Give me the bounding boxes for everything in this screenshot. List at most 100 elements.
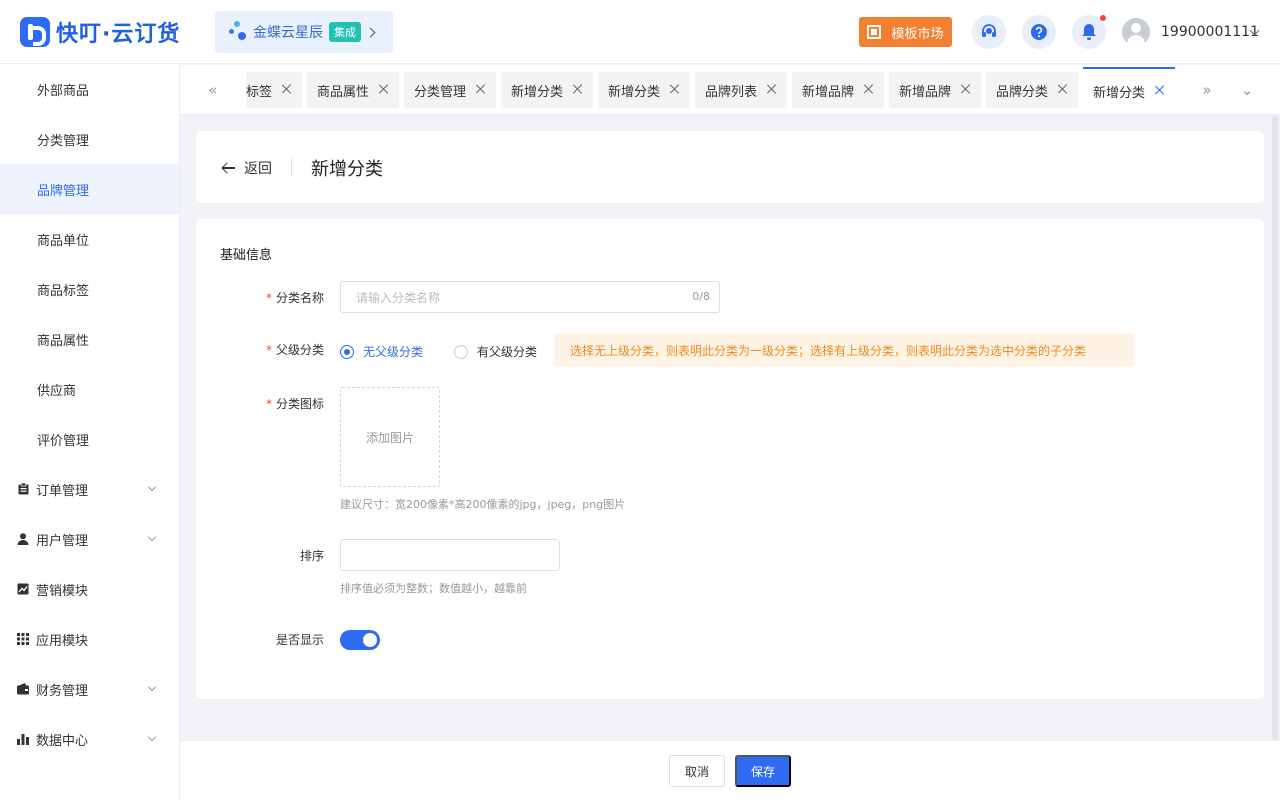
radio-has-parent[interactable]: 有父级分类 — [454, 343, 537, 360]
footer-bar: 取消 保存 — [180, 740, 1280, 800]
category-name-input[interactable]: 请输入分类名称 0/8 — [340, 281, 720, 313]
sidebar-item-reviews[interactable]: 评价管理 — [0, 414, 179, 464]
close-icon[interactable] — [1057, 83, 1069, 95]
logo-text: 快叮·云订货 — [56, 22, 181, 47]
integration-name: 金蝶云星辰 — [253, 25, 323, 41]
sidebar-item-supplier[interactable]: 供应商 — [0, 364, 179, 414]
save-button[interactable]: 保存 — [735, 755, 791, 787]
tab-brand-list[interactable]: 品牌列表 — [695, 72, 787, 108]
cancel-button[interactable]: 取消 — [669, 755, 725, 787]
clipboard-icon — [17, 483, 29, 495]
close-icon[interactable] — [766, 83, 778, 95]
section-title: 基础信息 — [220, 248, 273, 263]
sidebar-group-label: 用户管理 — [36, 533, 89, 549]
close-icon[interactable] — [572, 83, 584, 95]
tab-label: 新增品牌 — [899, 84, 952, 100]
close-icon[interactable] — [378, 83, 390, 95]
avatar[interactable] — [1122, 18, 1150, 46]
back-button[interactable]: 返回 — [222, 158, 272, 178]
scrollbar[interactable] — [1271, 116, 1279, 740]
close-icon[interactable] — [863, 83, 875, 95]
sidebar-group-label: 数据中心 — [36, 733, 89, 749]
notification-button[interactable] — [1072, 15, 1106, 49]
divider — [291, 158, 292, 176]
sidebar-group-users[interactable]: 用户管理 — [0, 514, 179, 564]
close-icon[interactable] — [475, 83, 487, 95]
tab-label: 分类管理 — [414, 84, 467, 100]
page-header-card: 返回 新增分类 — [196, 131, 1264, 203]
form-card: 基础信息 * 分类名称 请输入分类名称 0/8 * 父级分类 无父级分类 有父级分类… — [196, 219, 1264, 699]
radio-label: 有父级分类 — [477, 345, 538, 359]
sort-input[interactable] — [340, 539, 560, 571]
sidebar-group-marketing[interactable]: 营销模块 — [0, 564, 179, 614]
radio-checked-icon — [340, 344, 354, 359]
scrollbar-thumb[interactable] — [1272, 116, 1278, 740]
chevron-down-icon — [147, 732, 157, 742]
sidebar-group-label: 营销模块 — [36, 583, 89, 599]
category-name-placeholder: 请输入分类名称 — [356, 290, 441, 305]
chevron-down-icon — [147, 482, 157, 492]
tab-tags[interactable]: 标签 — [246, 72, 302, 108]
integration-banner[interactable]: 金蝶云星辰 集成 — [215, 11, 393, 53]
show-toggle[interactable] — [340, 630, 380, 650]
user-phone[interactable]: 19900001111 — [1161, 24, 1259, 40]
tab-add-category-1[interactable]: 新增分类 — [501, 72, 593, 108]
double-chevron-left-icon[interactable]: « — [204, 81, 222, 99]
sidebar-item-tags[interactable]: 商品标签 — [0, 264, 179, 314]
customer-service-button[interactable] — [972, 15, 1006, 49]
tab-label: 新增分类 — [608, 84, 661, 100]
tab-add-brand-2[interactable]: 新增品牌 — [889, 72, 981, 108]
arrow-left-icon — [222, 161, 236, 175]
image-upload[interactable]: 添加图片 — [340, 387, 440, 487]
app-logo[interactable]: 快叮·云订货 — [20, 17, 180, 47]
icon-size-hint: 建议尺寸：宽200像素*高200像素的jpg，jpeg，png图片 — [340, 498, 626, 511]
chevron-down-icon[interactable]: ⌄ — [1238, 81, 1256, 99]
sort-label: 排序 — [299, 549, 324, 563]
tab-label: 新增分类 — [1093, 86, 1146, 101]
tab-label: 新增品牌 — [802, 84, 855, 100]
close-icon[interactable] — [281, 83, 293, 95]
bell-icon — [1082, 24, 1096, 40]
parent-category-tip: 选择无上级分类，则表明此分类为一级分类；选择有上级分类，则表明此分类为选中分类的… — [554, 333, 1134, 367]
char-count: 0/8 — [692, 290, 710, 303]
page-title: 新增分类 — [311, 159, 383, 180]
tab-add-category-active[interactable]: 新增分类 — [1083, 67, 1175, 114]
sidebar-group-finance[interactable]: 财务管理 — [0, 664, 179, 714]
user-icon — [17, 533, 29, 545]
tab-label: 标签 — [246, 84, 273, 100]
sidebar-group-orders[interactable]: 订单管理 — [0, 464, 179, 514]
sidebar-item-external-goods[interactable]: 外部商品 — [0, 64, 179, 114]
sidebar-group-label: 财务管理 — [36, 683, 89, 699]
sidebar-item-unit[interactable]: 商品单位 — [0, 214, 179, 264]
close-icon[interactable] — [1154, 84, 1166, 96]
tab-brand-category[interactable]: 品牌分类 — [986, 72, 1078, 108]
chevron-down-icon — [147, 682, 157, 692]
help-button[interactable] — [1022, 15, 1056, 49]
sidebar-group-data[interactable]: 数据中心 — [0, 714, 179, 764]
sidebar-item-category[interactable]: 分类管理 — [0, 114, 179, 164]
radio-unchecked-icon — [454, 344, 468, 359]
tab-add-brand-1[interactable]: 新增品牌 — [792, 72, 884, 108]
bar-chart-icon — [17, 733, 29, 745]
tab-attributes[interactable]: 商品属性 — [307, 72, 399, 108]
tab-bar: « 标签 商品属性 分类管理 新增分类 新增分类 品牌列表 新增品牌 新增品牌 … — [180, 65, 1280, 115]
back-label: 返回 — [244, 161, 272, 177]
template-market-button[interactable]: 模板市场 — [859, 17, 952, 47]
double-chevron-right-icon[interactable]: » — [1198, 81, 1216, 99]
radio-no-parent[interactable]: 无父级分类 — [340, 343, 423, 360]
sidebar: 外部商品 分类管理 品牌管理 商品单位 商品标签 商品属性 供应商 评价管理 订… — [0, 64, 180, 800]
close-icon[interactable] — [669, 83, 681, 95]
template-market-label: 模板市场 — [891, 26, 944, 42]
wallet-icon — [17, 683, 29, 695]
close-icon[interactable] — [960, 83, 972, 95]
sidebar-item-brand[interactable]: 品牌管理 — [0, 164, 179, 214]
tab-label: 品牌列表 — [705, 84, 758, 100]
category-icon-label: * 分类图标 — [265, 397, 324, 411]
grid-icon — [17, 633, 29, 645]
sidebar-item-attributes[interactable]: 商品属性 — [0, 314, 179, 364]
tab-category-manage[interactable]: 分类管理 — [404, 72, 496, 108]
tab-add-category-2[interactable]: 新增分类 — [598, 72, 690, 108]
sidebar-group-apps[interactable]: 应用模块 — [0, 614, 179, 664]
tab-label: 新增分类 — [511, 84, 564, 100]
show-label: 是否显示 — [275, 633, 324, 647]
